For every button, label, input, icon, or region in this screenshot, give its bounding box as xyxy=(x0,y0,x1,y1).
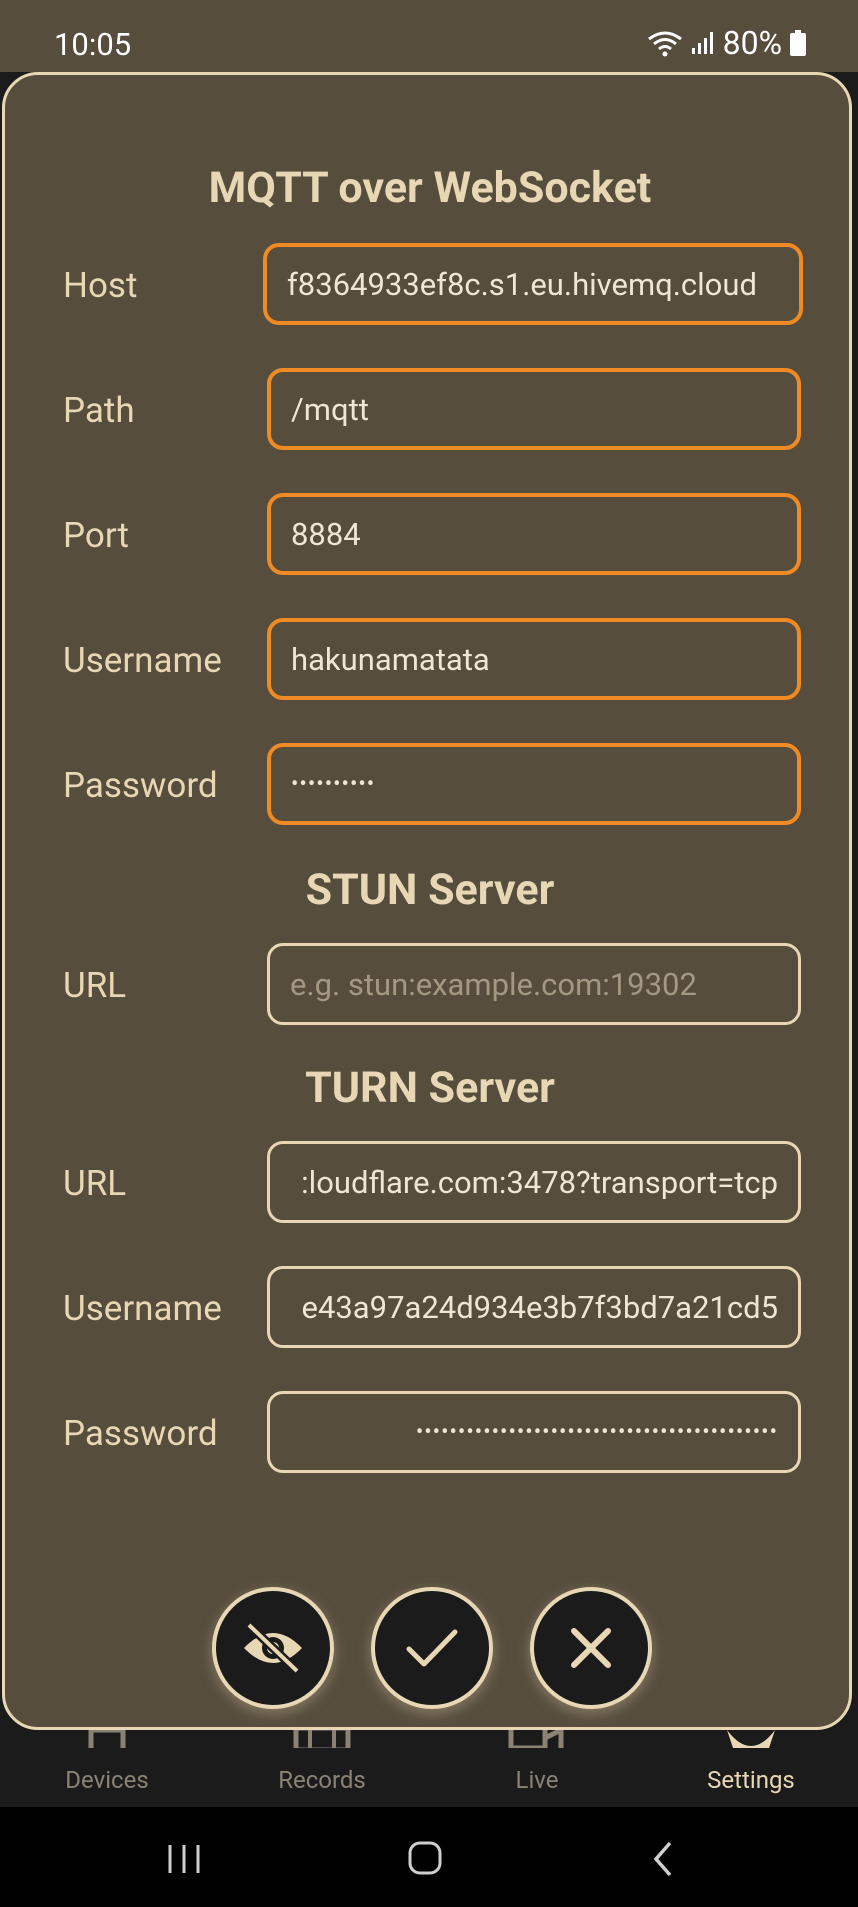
turn-url-label: URL xyxy=(63,1163,127,1204)
mqtt-section-title: MQTT over WebSocket xyxy=(208,163,652,213)
mqtt-username-input[interactable]: hakunamatata xyxy=(267,618,801,700)
signal-icon xyxy=(691,32,713,54)
mqtt-username-label: Username xyxy=(63,640,222,681)
mqtt-host-value: f8364933ef8c.s1.eu.hivemq.cloud xyxy=(287,265,757,303)
turn-section-title: TURN Server xyxy=(305,1063,555,1113)
stun-url-placeholder: e.g. stun:example.com:19302 xyxy=(290,965,697,1003)
back-icon[interactable] xyxy=(652,1841,674,1877)
turn-url-value: :loudflare.com:3478?transport=tcp xyxy=(301,1163,778,1201)
mqtt-path-value: /mqtt xyxy=(291,390,369,428)
turn-password-label: Password xyxy=(63,1413,218,1454)
turn-username-label: Username xyxy=(63,1288,222,1329)
turn-password-value: ••••••••••••••••••••••••••••••••••••••••… xyxy=(415,1419,778,1445)
turn-username-value: e43a97a24d934e3b7f3bd7a21cd5 xyxy=(301,1288,779,1326)
wifi-icon xyxy=(647,31,682,57)
toggle-password-visibility-button[interactable] xyxy=(212,1587,334,1709)
status-icons: 80% xyxy=(647,24,806,62)
recent-apps-icon[interactable] xyxy=(166,1843,202,1875)
cancel-button[interactable] xyxy=(530,1587,652,1709)
mqtt-host-input[interactable]: f8364933ef8c.s1.eu.hivemq.cloud xyxy=(263,243,803,325)
nav-label-settings: Settings xyxy=(707,1766,795,1794)
turn-url-input[interactable]: :loudflare.com:3478?transport=tcp xyxy=(267,1141,801,1223)
mqtt-password-value: •••••••••• xyxy=(291,771,376,797)
stun-url-label: URL xyxy=(63,965,127,1006)
mqtt-path-label: Path xyxy=(63,390,135,431)
mqtt-password-label: Password xyxy=(63,765,218,806)
eye-slash-icon xyxy=(244,1622,302,1674)
mqtt-path-input[interactable]: /mqtt xyxy=(267,368,801,450)
mqtt-port-value: 8884 xyxy=(291,515,361,553)
battery-percent: 80% xyxy=(722,24,782,62)
mqtt-username-value: hakunamatata xyxy=(291,640,490,678)
mqtt-host-label: Host xyxy=(63,265,138,306)
check-icon xyxy=(406,1629,458,1667)
nav-label-devices: Devices xyxy=(65,1766,149,1794)
close-icon xyxy=(571,1628,611,1668)
system-navigation-bar xyxy=(0,1807,858,1907)
nav-label-live: Live xyxy=(515,1766,559,1794)
turn-password-input[interactable]: ••••••••••••••••••••••••••••••••••••••••… xyxy=(267,1391,801,1473)
server-settings-dialog: MQTT over WebSocket Host f8364933ef8c.s1… xyxy=(2,72,852,1730)
status-time: 10:05 xyxy=(54,26,132,63)
mqtt-port-input[interactable]: 8884 xyxy=(267,493,801,575)
home-button-icon[interactable] xyxy=(408,1841,442,1875)
nav-label-records: Records xyxy=(278,1766,366,1794)
mqtt-password-input[interactable]: •••••••••• xyxy=(267,743,801,825)
status-bar: 10:05 80% xyxy=(0,0,858,72)
stun-url-input[interactable]: e.g. stun:example.com:19302 xyxy=(267,943,801,1025)
turn-username-input[interactable]: e43a97a24d934e3b7f3bd7a21cd5 xyxy=(267,1266,801,1348)
mqtt-port-label: Port xyxy=(63,515,129,556)
stun-section-title: STUN Server xyxy=(305,865,555,915)
battery-icon xyxy=(790,30,806,56)
confirm-button[interactable] xyxy=(371,1587,493,1709)
